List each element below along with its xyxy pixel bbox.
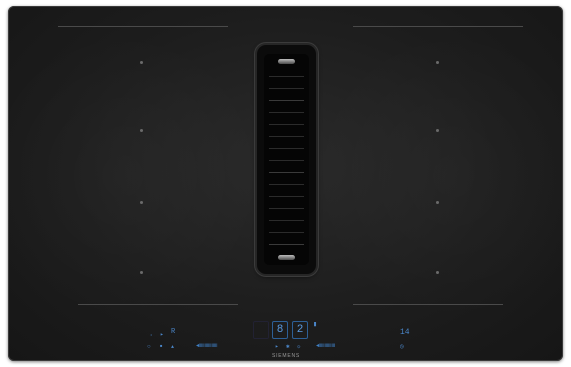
vent-bottom-cap — [278, 255, 295, 260]
zone-dot — [436, 271, 439, 274]
vent-top-cap — [278, 59, 295, 64]
zone-dot — [140, 271, 143, 274]
vent-slat — [269, 88, 304, 89]
vent-slat — [269, 220, 304, 221]
level-display-left — [253, 321, 269, 339]
zone-dot — [436, 61, 439, 64]
vent-slat — [269, 136, 304, 137]
brand-logo: SIEMENS — [271, 353, 301, 359]
power-icon[interactable]: ○ — [147, 344, 151, 350]
vent-slat — [269, 244, 304, 245]
play-icon[interactable]: ▸ — [275, 344, 279, 350]
zone-dot — [436, 129, 439, 132]
vent-slat — [269, 208, 304, 209]
right-cooking-zone — [308, 26, 563, 326]
vent-slat — [269, 100, 304, 101]
right-power-slider[interactable]: ◂ıııııııııııııı — [316, 343, 335, 349]
arrow-icon[interactable]: ▸ — [160, 332, 164, 338]
zone-dot — [140, 201, 143, 204]
zone-dot — [140, 61, 143, 64]
timer-display[interactable]: 8 — [272, 321, 288, 339]
vent-slat — [269, 124, 304, 125]
downdraft-vent — [257, 45, 316, 274]
top-left-guide-line — [58, 26, 228, 27]
vent-slat — [269, 196, 304, 197]
light-icon[interactable]: ☼ — [297, 344, 301, 350]
timer-readout: 14 — [400, 328, 410, 337]
bottom-right-guide-line — [353, 304, 503, 305]
fan-icon[interactable]: ✱ — [286, 344, 290, 350]
vent-slat — [269, 184, 304, 185]
indicator-bar-icon: ▮ — [313, 321, 318, 329]
zone-dot — [140, 129, 143, 132]
clock-icon[interactable]: ◷ — [400, 344, 404, 350]
up-arrow-icon[interactable]: ▲ — [171, 344, 174, 350]
vent-slat — [269, 232, 304, 233]
vent-slat — [269, 112, 304, 113]
vent-slat — [269, 172, 304, 173]
zone-dot — [436, 201, 439, 204]
vent-slat — [269, 160, 304, 161]
vent-slat — [269, 76, 304, 77]
left-power-slider[interactable]: ◂ıııııııııııııııı — [196, 343, 218, 349]
top-right-guide-line — [353, 26, 523, 27]
r-symbol-icon[interactable]: R — [171, 329, 175, 336]
left-cooking-zone — [8, 26, 268, 326]
boost-display[interactable]: 2 — [292, 321, 308, 339]
bottom-left-guide-line — [78, 304, 238, 305]
vent-grille — [264, 54, 309, 265]
vent-slat — [269, 148, 304, 149]
lock-icon[interactable]: ■ — [160, 344, 162, 350]
small-dot-icon: • — [150, 334, 153, 338]
